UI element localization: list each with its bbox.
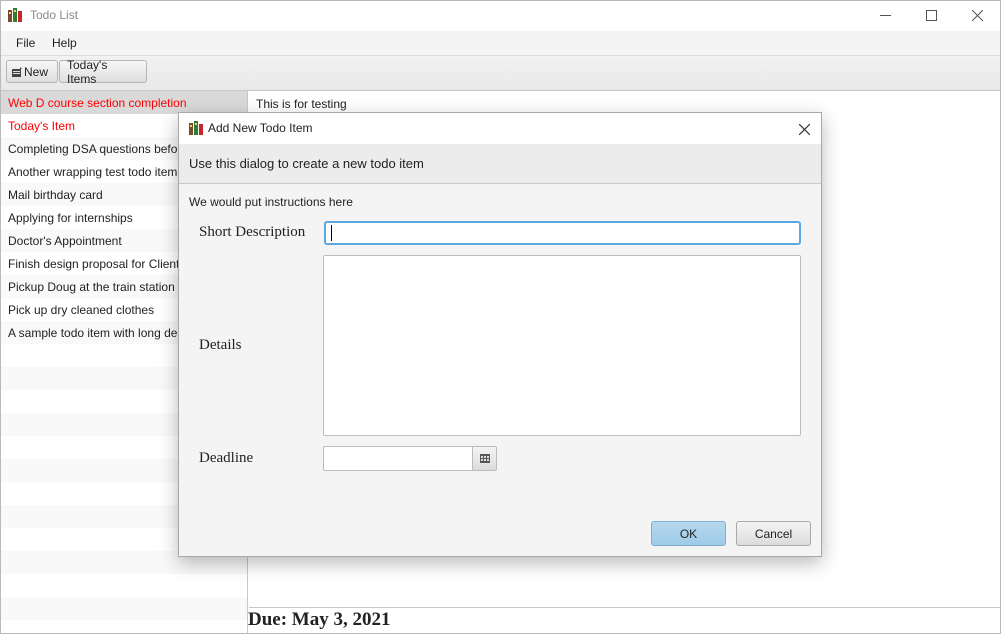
empty-row — [1, 597, 247, 620]
toolbar: New Today's Items — [0, 56, 1001, 91]
short-description-label: Short Description — [199, 224, 306, 240]
cancel-button-label: Cancel — [754, 526, 793, 541]
empty-row — [1, 620, 247, 633]
dialog-header: Use this dialog to create a new todo ite… — [179, 144, 821, 184]
due-date-label: Due: May 3, 2021 — [248, 609, 391, 630]
list-item[interactable]: Web D course section completion — [1, 91, 247, 114]
todays-items-button[interactable]: Today's Items — [59, 57, 147, 86]
dialog-title: Add New Todo Item — [208, 121, 313, 135]
new-item-icon — [12, 66, 22, 77]
todo-app-icon — [189, 121, 203, 135]
dialog-title-bar: Add New Todo Item — [179, 113, 821, 144]
minimize-icon — [879, 15, 891, 16]
date-picker-button[interactable] — [472, 446, 497, 471]
menu-bar: File Help — [0, 31, 1001, 56]
details-textarea[interactable] — [323, 255, 801, 436]
add-todo-dialog: Add New Todo Item Use this dialog to cre… — [178, 112, 822, 557]
dialog-header-text: Use this dialog to create a new todo ite… — [189, 156, 424, 171]
dialog-instructions: We would put instructions here — [189, 195, 353, 209]
close-icon — [971, 10, 983, 21]
calendar-icon — [479, 454, 490, 463]
window-close-button[interactable] — [954, 0, 1000, 31]
new-button-label: New — [24, 64, 49, 79]
todays-items-label: Today's Items — [67, 57, 108, 86]
todo-app-icon — [8, 8, 22, 22]
menu-help[interactable]: Help — [52, 36, 77, 50]
title-bar: Todo List — [0, 0, 1001, 31]
menu-file[interactable]: File — [16, 36, 35, 50]
ok-button[interactable]: OK — [651, 521, 726, 546]
minimize-button[interactable] — [862, 0, 908, 31]
empty-row — [1, 574, 247, 597]
ok-button-label: OK — [679, 526, 698, 541]
maximize-icon — [925, 10, 937, 21]
deadline-label: Deadline — [199, 450, 254, 466]
text-caret — [331, 225, 332, 241]
details-text: This is for testing — [256, 97, 347, 111]
deadline-date-input[interactable] — [323, 446, 473, 471]
window-title: Todo List — [30, 8, 79, 22]
maximize-button[interactable] — [908, 0, 954, 31]
details-label: Details — [199, 337, 242, 353]
dialog-close-button[interactable] — [793, 118, 815, 140]
close-icon — [798, 123, 810, 135]
short-description-input[interactable] — [324, 221, 801, 245]
new-button[interactable]: New — [6, 60, 58, 83]
cancel-button[interactable]: Cancel — [736, 521, 811, 546]
